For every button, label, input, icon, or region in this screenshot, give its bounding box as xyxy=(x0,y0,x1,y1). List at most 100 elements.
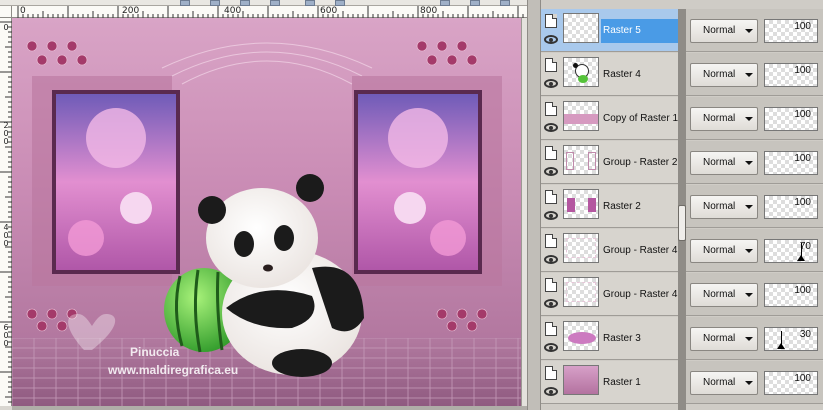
layer-thumbnail[interactable] xyxy=(563,101,599,131)
opacity-slider[interactable]: 100 xyxy=(764,283,818,307)
panel-divider[interactable] xyxy=(527,0,541,410)
opacity-slider[interactable]: 100 xyxy=(764,19,818,43)
blend-mode-dropdown[interactable]: Normal xyxy=(690,283,758,307)
layer-row[interactable]: Group - Raster 4 xyxy=(541,273,678,316)
layer-name[interactable]: Raster 4 xyxy=(601,63,678,87)
opacity-slider[interactable]: 100 xyxy=(764,195,818,219)
ruler-ticks xyxy=(17,6,524,18)
bead xyxy=(36,54,48,66)
eye-icon[interactable] xyxy=(544,343,558,352)
layer-thumbnail[interactable] xyxy=(563,277,599,307)
layer-thumbnail[interactable] xyxy=(563,321,599,351)
blend-mode-dropdown[interactable]: Normal xyxy=(690,239,758,263)
layer-row[interactable]: Group - Raster 2 xyxy=(541,141,678,184)
blend-mode-value: Normal xyxy=(703,25,736,36)
blend-mode-dropdown[interactable]: Normal xyxy=(690,107,758,131)
artwork: Pinuccia www.maldiregrafica.eu xyxy=(12,18,521,406)
opacity-value: 100 xyxy=(794,373,811,384)
vertical-ruler[interactable]: 0 200 400 600 xyxy=(0,18,12,406)
layer-row[interactable]: Raster 1 xyxy=(541,361,678,404)
blend-mode-value: Normal xyxy=(703,69,736,80)
page-icon[interactable] xyxy=(545,190,557,204)
page-icon[interactable] xyxy=(545,278,557,292)
layer-thumbnail[interactable] xyxy=(563,233,599,263)
layer-properties-row: Normal 100 xyxy=(686,97,823,140)
layer-row[interactable]: Raster 4 xyxy=(541,53,678,96)
layer-thumbnail[interactable] xyxy=(563,365,599,395)
eye-icon[interactable] xyxy=(544,35,558,44)
bead xyxy=(66,40,78,52)
layer-thumbnail[interactable] xyxy=(563,189,599,219)
page-icon[interactable] xyxy=(545,322,557,336)
opacity-slider[interactable]: 100 xyxy=(764,107,818,131)
eye-icon[interactable] xyxy=(544,211,558,220)
layers-splitter[interactable] xyxy=(678,9,686,410)
blend-mode-dropdown[interactable]: Normal xyxy=(690,371,758,395)
image-canvas[interactable]: Pinuccia www.maldiregrafica.eu xyxy=(12,18,521,406)
bead xyxy=(436,40,448,52)
layer-thumbnail[interactable] xyxy=(563,145,599,175)
opacity-slider[interactable]: 100 xyxy=(764,63,818,87)
layer-visibility xyxy=(541,9,561,51)
blend-mode-dropdown[interactable]: Normal xyxy=(690,151,758,175)
bead xyxy=(426,54,438,66)
eye-icon[interactable] xyxy=(544,299,558,308)
layer-row[interactable]: Copy of Raster 1 xyxy=(541,97,678,140)
ruler-label: 200 xyxy=(122,6,140,16)
horizontal-ruler[interactable]: 0 200 400 600 800 xyxy=(12,6,527,18)
page-icon[interactable] xyxy=(545,14,557,28)
chevron-down-icon xyxy=(745,29,753,33)
layer-name[interactable]: Copy of Raster 1 xyxy=(601,107,678,131)
page-icon[interactable] xyxy=(545,146,557,160)
blend-mode-dropdown[interactable]: Normal xyxy=(690,63,758,87)
opacity-slider[interactable]: 70 xyxy=(764,239,818,263)
bead xyxy=(416,40,428,52)
blend-mode-value: Normal xyxy=(703,113,736,124)
opacity-slider[interactable]: 100 xyxy=(764,151,818,175)
eye-icon[interactable] xyxy=(544,123,558,132)
bead xyxy=(46,308,58,320)
opacity-slider[interactable]: 100 xyxy=(764,371,818,395)
layer-name[interactable]: Group - Raster 2 xyxy=(601,151,678,175)
bead xyxy=(476,308,488,320)
ruler-label: 200 xyxy=(3,121,9,146)
bead xyxy=(466,54,478,66)
layer-name[interactable]: Raster 2 xyxy=(601,195,678,219)
layer-name[interactable]: Group - Raster 4 xyxy=(601,239,678,263)
eye-icon[interactable] xyxy=(544,255,558,264)
opacity-slider[interactable]: 30 xyxy=(764,327,818,351)
opacity-marker[interactable] xyxy=(797,243,805,261)
splitter-handle[interactable] xyxy=(678,205,686,241)
layer-name[interactable]: Group - Raster 4 xyxy=(601,283,678,307)
layer-properties-row: Normal 100 xyxy=(686,141,823,184)
ruler-label: 600 xyxy=(320,6,338,16)
layer-row[interactable]: Raster 2 xyxy=(541,185,678,228)
page-icon[interactable] xyxy=(545,234,557,248)
page-icon[interactable] xyxy=(545,366,557,380)
layer-name[interactable]: Raster 1 xyxy=(601,371,678,395)
blend-mode-dropdown[interactable]: Normal xyxy=(690,19,758,43)
layer-row[interactable]: Group - Raster 4 xyxy=(541,229,678,272)
page-icon[interactable] xyxy=(545,58,557,72)
layer-thumbnail[interactable] xyxy=(563,57,599,87)
blend-mode-dropdown[interactable]: Normal xyxy=(690,195,758,219)
page-icon[interactable] xyxy=(545,102,557,116)
bead xyxy=(46,40,58,52)
bead xyxy=(456,308,468,320)
layer-properties-row: Normal 100 xyxy=(686,185,823,228)
layer-name[interactable]: Raster 3 xyxy=(601,327,678,351)
layer-visibility xyxy=(541,185,561,227)
layer-properties-row: Normal 30 xyxy=(686,317,823,360)
opacity-marker[interactable] xyxy=(777,331,785,349)
chevron-down-icon xyxy=(745,117,753,121)
layer-name[interactable]: Raster 5 xyxy=(601,19,678,43)
ruler-label: 0 xyxy=(3,23,9,32)
layer-row[interactable]: Raster 5 xyxy=(541,9,678,52)
layer-row[interactable]: Raster 3 xyxy=(541,317,678,360)
eye-icon[interactable] xyxy=(544,387,558,396)
blend-mode-dropdown[interactable]: Normal xyxy=(690,327,758,351)
layer-thumbnail[interactable] xyxy=(563,13,599,43)
eye-icon[interactable] xyxy=(544,167,558,176)
bead xyxy=(456,40,468,52)
eye-icon[interactable] xyxy=(544,79,558,88)
